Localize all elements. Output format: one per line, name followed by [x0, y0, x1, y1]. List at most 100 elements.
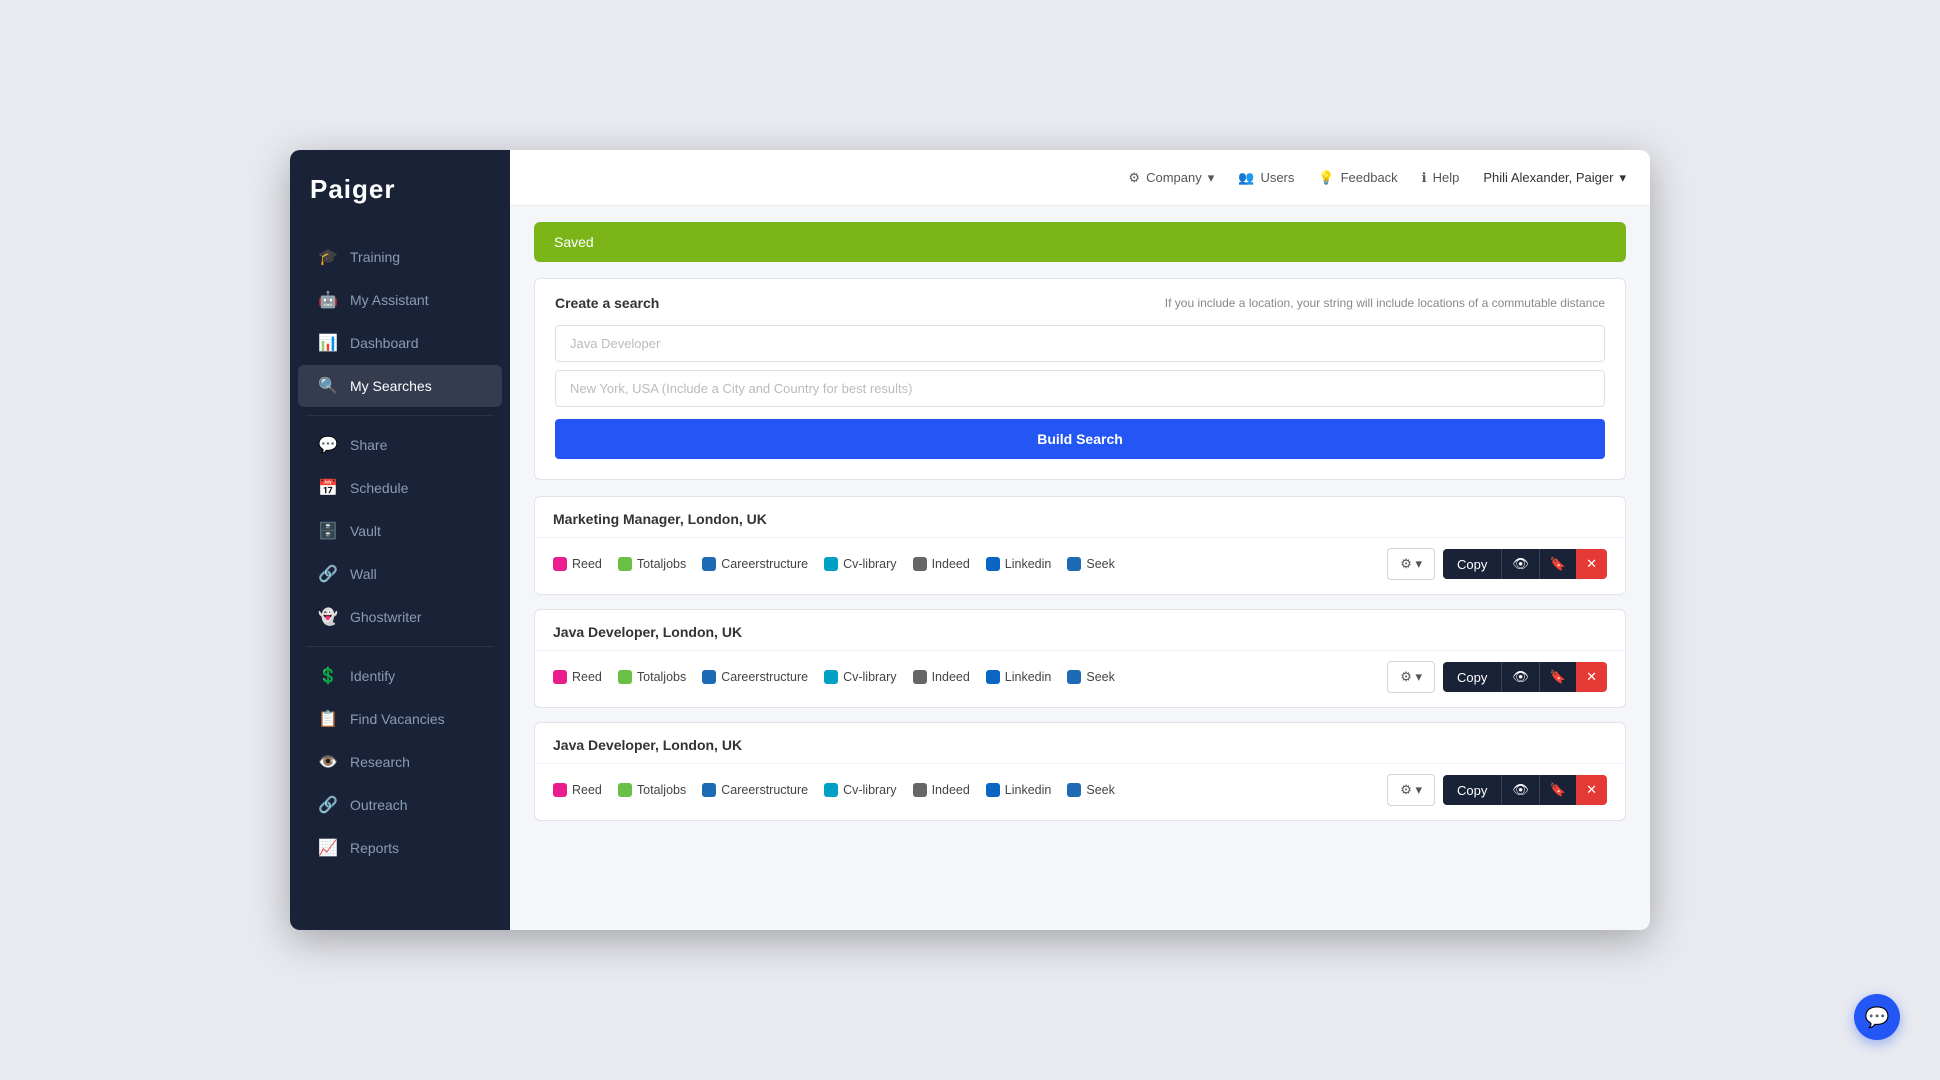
sidebar-item-find-vacancies[interactable]: 📋 Find Vacancies — [298, 698, 502, 740]
sidebar-item-share[interactable]: 💬 Share — [298, 424, 502, 466]
delete-button-0[interactable]: ✕ — [1576, 549, 1607, 579]
nav-label-identify: Identify — [350, 668, 395, 684]
board-dot-totaljobs — [618, 670, 632, 684]
gear-button-0[interactable]: ⚙ ▾ — [1387, 548, 1435, 580]
delete-button-2[interactable]: ✕ — [1576, 775, 1607, 805]
nav-label-vault: Vault — [350, 523, 381, 539]
sidebar-item-ghostwriter[interactable]: 👻 Ghostwriter — [298, 596, 502, 638]
copy-button-0[interactable]: Copy — [1443, 549, 1501, 579]
app-wrapper: Paiger 🎓 Training 🤖 My Assistant 📊 Dashb… — [290, 150, 1650, 930]
board-dot-seek — [1067, 670, 1081, 684]
main-content: ⚙ Company ▾ 👥 Users 💡 Feedback ℹ Help Ph… — [510, 150, 1650, 930]
board-label-linkedin: Linkedin — [1005, 783, 1052, 797]
bookmark-button-2[interactable]: 🔖 — [1539, 775, 1576, 805]
gear-button-1[interactable]: ⚙ ▾ — [1387, 661, 1435, 693]
board-item-totaljobs[interactable]: Totaljobs — [618, 557, 686, 571]
board-item-indeed[interactable]: Indeed — [913, 557, 970, 571]
user-menu[interactable]: Phili Alexander, Paiger ▾ — [1483, 170, 1626, 186]
board-item-reed[interactable]: Reed — [553, 670, 602, 684]
board-label-indeed: Indeed — [932, 670, 970, 684]
copy-button-1[interactable]: Copy — [1443, 662, 1501, 692]
sidebar-item-vault[interactable]: 🗄️ Vault — [298, 510, 502, 552]
board-dot-cv-library — [824, 670, 838, 684]
board-item-careerstructure[interactable]: Careerstructure — [702, 670, 808, 684]
board-item-reed[interactable]: Reed — [553, 783, 602, 797]
eye-button-0[interactable]: 👁 — [1501, 549, 1539, 579]
feedback-link[interactable]: 💡 Feedback — [1318, 170, 1397, 186]
board-item-cv-library[interactable]: Cv-library — [824, 783, 896, 797]
board-dot-reed — [553, 670, 567, 684]
eye-button-2[interactable]: 👁 — [1501, 775, 1539, 805]
action-group-1: Copy 👁 🔖 ✕ — [1443, 662, 1607, 692]
board-dot-cv-library — [824, 557, 838, 571]
delete-button-1[interactable]: ✕ — [1576, 662, 1607, 692]
board-label-totaljobs: Totaljobs — [637, 670, 686, 684]
board-dot-careerstructure — [702, 670, 716, 684]
board-item-careerstructure[interactable]: Careerstructure — [702, 783, 808, 797]
nav-icon-research: 👁️ — [318, 752, 338, 772]
nav-label-find-vacancies: Find Vacancies — [350, 711, 445, 727]
sidebar-item-schedule[interactable]: 📅 Schedule — [298, 467, 502, 509]
board-dot-seek — [1067, 783, 1081, 797]
board-item-seek[interactable]: Seek — [1067, 670, 1115, 684]
help-link[interactable]: ℹ Help — [1422, 170, 1460, 186]
location-input[interactable] — [555, 370, 1605, 407]
board-item-totaljobs[interactable]: Totaljobs — [618, 783, 686, 797]
board-item-cv-library[interactable]: Cv-library — [824, 557, 896, 571]
board-item-linkedin[interactable]: Linkedin — [986, 670, 1052, 684]
board-label-reed: Reed — [572, 670, 602, 684]
nav-divider — [306, 415, 494, 416]
sidebar-item-outreach[interactable]: 🔗 Outreach — [298, 784, 502, 826]
board-item-careerstructure[interactable]: Careerstructure — [702, 557, 808, 571]
board-item-seek[interactable]: Seek — [1067, 783, 1115, 797]
search-card-1: Java Developer, London, UK Reed Totaljob… — [534, 609, 1626, 708]
nav-icon-share: 💬 — [318, 435, 338, 455]
saved-banner: Saved — [534, 222, 1626, 262]
board-item-cv-library[interactable]: Cv-library — [824, 670, 896, 684]
board-label-seek: Seek — [1086, 557, 1115, 571]
sidebar-item-reports[interactable]: 📈 Reports — [298, 827, 502, 869]
nav-icon-wall: 🔗 — [318, 564, 338, 584]
nav-label-dashboard: Dashboard — [350, 335, 419, 351]
board-item-reed[interactable]: Reed — [553, 557, 602, 571]
board-item-totaljobs[interactable]: Totaljobs — [618, 670, 686, 684]
feedback-icon: 💡 — [1318, 170, 1334, 186]
copy-button-2[interactable]: Copy — [1443, 775, 1501, 805]
company-chevron: ▾ — [1208, 170, 1215, 186]
user-name: Phili Alexander, Paiger — [1483, 170, 1613, 185]
board-item-linkedin[interactable]: Linkedin — [986, 783, 1052, 797]
board-dot-indeed — [913, 783, 927, 797]
sidebar-item-my-searches[interactable]: 🔍 My Searches — [298, 365, 502, 407]
job-title-input[interactable] — [555, 325, 1605, 362]
board-dot-careerstructure — [702, 557, 716, 571]
board-dot-cv-library — [824, 783, 838, 797]
job-boards-1: Reed Totaljobs Careerstructure Cv-librar… — [553, 670, 1115, 684]
sidebar: Paiger 🎓 Training 🤖 My Assistant 📊 Dashb… — [290, 150, 510, 930]
nav-icon-my-searches: 🔍 — [318, 376, 338, 396]
eye-button-1[interactable]: 👁 — [1501, 662, 1539, 692]
build-search-button[interactable]: Build Search — [555, 419, 1605, 459]
nav-label-share: Share — [350, 437, 387, 453]
board-item-linkedin[interactable]: Linkedin — [986, 557, 1052, 571]
nav-label-my-searches: My Searches — [350, 378, 432, 394]
sidebar-item-dashboard[interactable]: 📊 Dashboard — [298, 322, 502, 364]
sidebar-item-wall[interactable]: 🔗 Wall — [298, 553, 502, 595]
board-item-seek[interactable]: Seek — [1067, 557, 1115, 571]
sidebar-item-identify[interactable]: 💲 Identify — [298, 655, 502, 697]
sidebar-item-research[interactable]: 👁️ Research — [298, 741, 502, 783]
board-dot-linkedin — [986, 557, 1000, 571]
gear-button-2[interactable]: ⚙ ▾ — [1387, 774, 1435, 806]
bookmark-button-0[interactable]: 🔖 — [1539, 549, 1576, 579]
company-menu[interactable]: ⚙ Company ▾ — [1128, 170, 1214, 186]
user-chevron: ▾ — [1619, 170, 1626, 186]
chat-button[interactable]: 💬 — [1854, 994, 1900, 1040]
create-search-title: Create a search — [555, 295, 659, 311]
sidebar-item-training[interactable]: 🎓 Training — [298, 236, 502, 278]
board-item-indeed[interactable]: Indeed — [913, 670, 970, 684]
board-dot-careerstructure — [702, 783, 716, 797]
board-item-indeed[interactable]: Indeed — [913, 783, 970, 797]
users-link[interactable]: 👥 Users — [1238, 170, 1294, 186]
bookmark-button-1[interactable]: 🔖 — [1539, 662, 1576, 692]
sidebar-item-my-assistant[interactable]: 🤖 My Assistant — [298, 279, 502, 321]
board-label-indeed: Indeed — [932, 783, 970, 797]
